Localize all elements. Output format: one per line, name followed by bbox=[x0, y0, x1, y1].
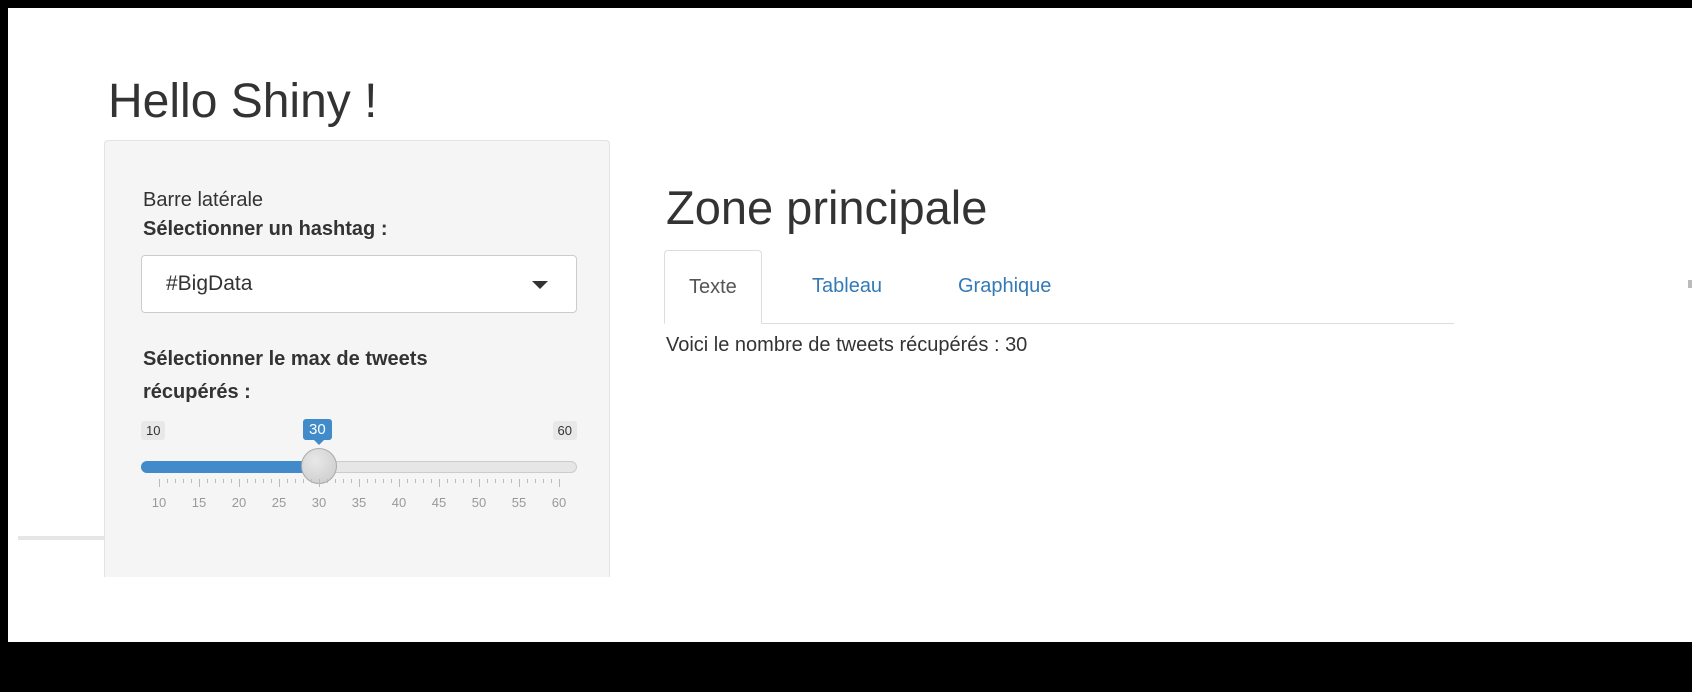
slider-tick bbox=[359, 479, 360, 487]
slider-tick bbox=[351, 479, 352, 483]
slider-tick bbox=[383, 479, 384, 483]
app-title: Hello Shiny ! bbox=[108, 75, 378, 128]
slider-tick bbox=[471, 479, 472, 483]
caret-down-icon[interactable] bbox=[532, 281, 548, 289]
divider bbox=[18, 536, 110, 540]
slider-tick bbox=[519, 479, 520, 487]
slider-fill bbox=[141, 461, 319, 473]
slider-tick-label: 50 bbox=[471, 495, 487, 510]
slider-tick bbox=[335, 479, 336, 483]
slider-tick bbox=[303, 479, 304, 483]
slider-tick-label: 25 bbox=[271, 495, 287, 510]
slider-tick bbox=[511, 479, 512, 483]
sidebar-caption: Barre latérale bbox=[143, 189, 264, 211]
slider-tick bbox=[159, 479, 160, 487]
slider-tick-label: 60 bbox=[551, 495, 567, 510]
slider-tick bbox=[551, 479, 552, 483]
slider-tick bbox=[487, 479, 488, 483]
slider-tick bbox=[255, 479, 256, 483]
slider-tick bbox=[271, 479, 272, 483]
slider-tick bbox=[463, 479, 464, 483]
slider-tick-label: 30 bbox=[311, 495, 327, 510]
slider-tick-label: 20 bbox=[231, 495, 247, 510]
slider-tick bbox=[343, 479, 344, 483]
slider-tick bbox=[207, 479, 208, 483]
slider-min-label: 10 bbox=[141, 421, 166, 440]
slider-tick bbox=[479, 479, 480, 487]
slider-tick bbox=[263, 479, 264, 483]
slider-tick bbox=[431, 479, 432, 483]
max-tweets-label-line1: Sélectionner le max de tweets bbox=[143, 348, 428, 370]
slider-tick bbox=[215, 479, 216, 483]
tab-bar: Texte Tableau Graphique bbox=[664, 250, 1454, 324]
slider-tick-label: 15 bbox=[191, 495, 207, 510]
app-window: Hello Shiny ! Barre latérale Sélectionne… bbox=[8, 8, 1692, 642]
slider-tick bbox=[167, 479, 168, 483]
slider-tick bbox=[407, 479, 408, 483]
slider-value-label: 30 bbox=[303, 419, 332, 445]
tab-tableau[interactable]: Tableau bbox=[788, 250, 906, 323]
slider-tick-label: 55 bbox=[511, 495, 527, 510]
slider-tick bbox=[495, 479, 496, 483]
slider-tick bbox=[447, 479, 448, 483]
hashtag-select-value: #BigData bbox=[166, 272, 253, 295]
tab-graphique[interactable]: Graphique bbox=[934, 250, 1075, 323]
slider-tick bbox=[279, 479, 280, 487]
slider-tick bbox=[319, 479, 320, 487]
slider-tick bbox=[399, 479, 400, 487]
slider-tick bbox=[311, 479, 312, 483]
slider-tick bbox=[415, 479, 416, 483]
slider-tick bbox=[295, 479, 296, 483]
slider-tick bbox=[375, 479, 376, 483]
max-tweets-slider[interactable]: 10 60 30 10 15 20 25 30 35 40 45 50 55 60 bbox=[141, 417, 577, 517]
slider-tick-label: 40 bbox=[391, 495, 407, 510]
slider-tick bbox=[191, 479, 192, 483]
edge-mark bbox=[1688, 280, 1692, 288]
slider-tick bbox=[199, 479, 200, 487]
slider-tick bbox=[559, 479, 560, 487]
slider-tick bbox=[239, 479, 240, 487]
slider-tick bbox=[183, 479, 184, 483]
sidebar-panel: Barre latérale Sélectionner un hashtag :… bbox=[104, 140, 610, 577]
slider-tick bbox=[455, 479, 456, 483]
main-title: Zone principale bbox=[666, 181, 988, 234]
tab-content-text: Voici le nombre de tweets récupérés : 30 bbox=[666, 334, 1028, 356]
slider-tick bbox=[535, 479, 536, 483]
slider-tick bbox=[367, 479, 368, 483]
slider-tick bbox=[175, 479, 176, 483]
slider-tick bbox=[439, 479, 440, 487]
slider-tick bbox=[391, 479, 392, 483]
tab-texte[interactable]: Texte bbox=[664, 250, 762, 324]
slider-tick bbox=[527, 479, 528, 483]
slider-tick bbox=[327, 479, 328, 483]
slider-max-label: 60 bbox=[552, 421, 577, 440]
slider-tick bbox=[287, 479, 288, 483]
slider-tick bbox=[223, 479, 224, 483]
slider-tick bbox=[503, 479, 504, 483]
slider-tick bbox=[543, 479, 544, 483]
slider-tick bbox=[423, 479, 424, 483]
hashtag-label: Sélectionner un hashtag : bbox=[143, 218, 388, 240]
slider-tick-label: 45 bbox=[431, 495, 447, 510]
slider-tick bbox=[247, 479, 248, 483]
hashtag-select[interactable]: #BigData bbox=[141, 255, 577, 313]
max-tweets-label-line2: récupérés : bbox=[143, 381, 251, 403]
slider-tick-label: 10 bbox=[151, 495, 167, 510]
slider-tick bbox=[231, 479, 232, 483]
slider-tick-label: 35 bbox=[351, 495, 367, 510]
